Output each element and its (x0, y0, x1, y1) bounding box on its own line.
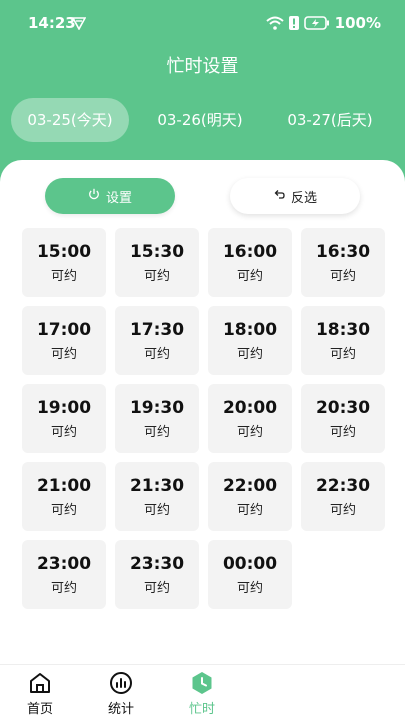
slot-time: 16:00 (222, 242, 278, 262)
slot-time: 00:00 (222, 554, 278, 574)
slot-status: 可约 (143, 269, 170, 284)
tab-today[interactable]: 03-25(今天) (11, 98, 129, 142)
battery-icon (303, 16, 330, 30)
stats-icon (91, 671, 151, 695)
time-slot[interactable]: 20:00 可约 (208, 384, 292, 453)
time-slot[interactable]: 18:30 可约 (301, 306, 385, 375)
time-slot-grid: 15:00 可约 15:30 可约 16:00 可约 16:30 可约 17:00 可约 … (22, 228, 385, 609)
slot-status: 可约 (236, 503, 263, 518)
time-slot[interactable]: 00:00 可约 (208, 540, 292, 609)
slot-status: 可约 (329, 347, 356, 362)
slot-status: 可约 (236, 347, 263, 362)
bottom-nav: 首页 统计 忙时 (0, 664, 405, 720)
nav-home[interactable]: 首页 (10, 671, 70, 717)
slot-status: 可约 (329, 269, 356, 284)
slot-time: 19:00 (36, 398, 92, 418)
clock-icon (172, 671, 232, 695)
slot-time: 19:30 (129, 398, 185, 418)
slot-status: 可约 (143, 581, 170, 596)
slot-status: 可约 (50, 269, 77, 284)
slot-time: 20:30 (315, 398, 371, 418)
slot-time: 18:00 (222, 320, 278, 340)
power-icon (88, 188, 100, 204)
slot-status: 可约 (50, 503, 77, 518)
time-slot[interactable]: 15:00 可约 (22, 228, 106, 297)
time-slot[interactable]: 18:00 可约 (208, 306, 292, 375)
home-icon (10, 671, 70, 695)
nav-stats-label: 统计 (107, 702, 134, 717)
nav-busy-time[interactable]: 忙时 (172, 671, 232, 717)
slot-time: 15:30 (129, 242, 185, 262)
time-slot[interactable]: 17:00 可约 (22, 306, 106, 375)
set-button-label: 设置 (105, 190, 132, 206)
slot-status: 可约 (236, 581, 263, 596)
slot-time: 18:30 (315, 320, 371, 340)
time-slot[interactable]: 17:30 可约 (115, 306, 199, 375)
slot-status: 可约 (50, 347, 77, 362)
slot-time: 15:00 (36, 242, 92, 262)
slot-status: 可约 (143, 425, 170, 440)
time-slot[interactable]: 21:30 可约 (115, 462, 199, 531)
app-shield-icon (71, 15, 87, 31)
time-slot[interactable]: 19:00 可约 (22, 384, 106, 453)
slot-status: 可约 (329, 425, 356, 440)
tab-day-after[interactable]: 03-27(后天) (271, 98, 389, 142)
slot-time: 20:00 (222, 398, 278, 418)
slot-time: 21:30 (129, 476, 185, 496)
time-slot[interactable]: 19:30 可约 (115, 384, 199, 453)
alert-icon (288, 16, 299, 30)
slot-time: 23:30 (129, 554, 185, 574)
slot-time: 22:00 (222, 476, 278, 496)
time-slot[interactable]: 16:00 可约 (208, 228, 292, 297)
invert-selection-button[interactable]: 反选 (230, 178, 360, 214)
set-button[interactable]: 设置 (45, 178, 175, 214)
content-panel: 设置 反选 15:00 可约 15:30 可约 16:00 可约 16:30 可约 17… (0, 160, 405, 664)
status-indicators: 100% (265, 14, 381, 32)
slot-status: 可约 (50, 425, 77, 440)
slot-time: 23:00 (36, 554, 92, 574)
slot-time: 22:30 (315, 476, 371, 496)
slot-time: 17:30 (129, 320, 185, 340)
nav-stats[interactable]: 统计 (91, 671, 151, 717)
slot-time: 16:30 (315, 242, 371, 262)
time-slot[interactable]: 22:00 可约 (208, 462, 292, 531)
time-slot[interactable]: 22:30 可约 (301, 462, 385, 531)
time-slot[interactable]: 16:30 可约 (301, 228, 385, 297)
status-bar: 14:23 100% (0, 0, 405, 46)
slot-status: 可约 (143, 503, 170, 518)
battery-level: 100% (334, 14, 381, 32)
invert-button-label: 反选 (290, 190, 317, 206)
date-tabs: 03-25(今天) 03-26(明天) 03-27(后天) (0, 98, 405, 142)
nav-home-label: 首页 (26, 702, 53, 717)
slot-status: 可约 (50, 581, 77, 596)
slot-status: 可约 (236, 269, 263, 284)
slot-time: 21:00 (36, 476, 92, 496)
status-time: 14:23 (28, 14, 76, 32)
time-slot[interactable]: 23:30 可约 (115, 540, 199, 609)
time-slot[interactable]: 15:30 可约 (115, 228, 199, 297)
nav-busy-label: 忙时 (188, 702, 215, 717)
slot-status: 可约 (143, 347, 170, 362)
page-title: 忙时设置 (166, 56, 239, 77)
slot-status: 可约 (236, 425, 263, 440)
time-slot[interactable]: 23:00 可约 (22, 540, 106, 609)
slot-time: 17:00 (36, 320, 92, 340)
wifi-icon (265, 16, 284, 30)
slot-status: 可约 (329, 503, 356, 518)
tab-tomorrow[interactable]: 03-26(明天) (141, 98, 259, 142)
time-slot[interactable]: 20:30 可约 (301, 384, 385, 453)
time-slot[interactable]: 21:00 可约 (22, 462, 106, 531)
undo-icon (273, 188, 285, 204)
